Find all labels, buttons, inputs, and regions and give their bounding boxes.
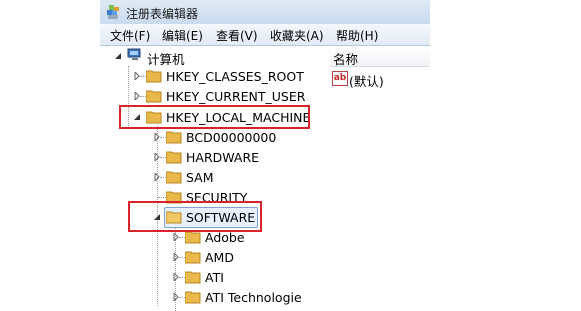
folder-icon [146, 90, 162, 103]
regedit-icon [107, 5, 119, 19]
computer-icon [127, 48, 141, 60]
expanded-arrow-icon[interactable] [114, 52, 122, 60]
highlight-box-hkey-local-machine [119, 105, 310, 129]
tree-line [158, 197, 166, 199]
tree-label: ATI [205, 270, 224, 285]
highlight-box-software [128, 201, 262, 232]
tree-label: ATI Technologie [205, 290, 302, 305]
column-header-label: 名称 [333, 52, 359, 67]
folder-icon [166, 131, 182, 144]
folder-icon [166, 171, 182, 184]
value-row-default[interactable]: ab (默认) [330, 70, 430, 89]
folder-icon [146, 70, 162, 83]
column-header-name[interactable]: 名称 [330, 46, 430, 67]
folder-icon [185, 251, 201, 264]
tree-label: BCD00000000 [186, 130, 277, 145]
menu-favorites[interactable]: 收藏夹(A) [270, 27, 324, 44]
tree-label: AMD [205, 250, 234, 265]
tree-label: HARDWARE [186, 150, 260, 165]
folder-icon [166, 151, 182, 164]
menu-bar: 文件(F) 编辑(E) 查看(V) 收藏夹(A) 帮助(H) [100, 24, 430, 46]
menu-help[interactable]: 帮助(H) [336, 27, 378, 44]
menu-view[interactable]: 查看(V) [216, 27, 258, 44]
ab-string-icon: ab [332, 71, 348, 86]
window-title: 注册表编辑器 [126, 7, 199, 21]
tree-label: SAM [186, 170, 214, 185]
folder-icon [185, 271, 201, 284]
values-pane[interactable]: 名称 ab (默认) [330, 46, 430, 311]
tree-label: Adobe [205, 230, 245, 245]
value-name: (默认) [349, 74, 384, 89]
folder-icon [185, 231, 201, 244]
menu-edit[interactable]: 编辑(E) [162, 27, 203, 44]
tree-label: HKEY_CLASSES_ROOT [166, 69, 304, 84]
folder-icon [185, 291, 201, 304]
title-bar: 注册表编辑器 [100, 0, 430, 24]
menu-file[interactable]: 文件(F) [110, 27, 150, 44]
tree-label: HKEY_CURRENT_USER [166, 89, 306, 104]
